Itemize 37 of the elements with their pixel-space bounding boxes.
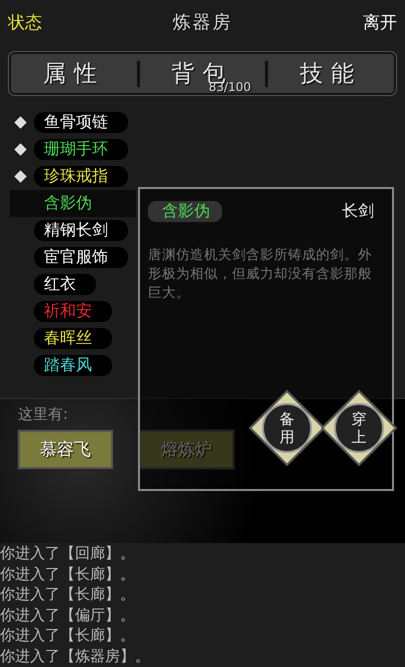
inventory-row[interactable]: 踏春风 xyxy=(10,352,136,379)
leave-button[interactable]: 离开 xyxy=(363,10,397,34)
tab[interactable]: 技能 xyxy=(268,54,394,93)
inventory-item[interactable]: 精钢长剑 xyxy=(34,220,128,241)
item-type: 长剑 xyxy=(342,201,374,222)
log-message: 你进入了【回廊】。 xyxy=(0,543,136,564)
inventory-row[interactable]: 红衣 xyxy=(10,271,136,298)
inventory-item[interactable]: 春晖丝 xyxy=(34,328,112,349)
inventory-row[interactable]: 鱼骨项链 xyxy=(10,109,136,136)
inventory-row[interactable]: 春晖丝 xyxy=(10,325,136,352)
item-description: 唐渊仿造机关剑含影所铸成的剑。外形极为相似，但威力却没有含影那般巨大。 xyxy=(147,246,373,303)
npc-button[interactable]: 慕容飞 xyxy=(18,430,113,469)
section-label: 这里有: xyxy=(18,405,68,424)
inventory-item[interactable]: 踏春风 xyxy=(34,355,112,376)
log-message: 你进入了【长廊】。 xyxy=(0,625,136,646)
log-message: 你进入了【炼器房】。 xyxy=(0,646,151,666)
inventory-item[interactable]: 珊瑚手环 xyxy=(34,139,128,160)
inventory-item[interactable]: 鱼骨项链 xyxy=(34,112,128,133)
inventory-row[interactable]: 宦官服饰 xyxy=(10,244,136,271)
screen-title: 炼器房 xyxy=(172,11,232,34)
inventory-item[interactable]: 珍珠戒指 xyxy=(34,166,128,187)
tab[interactable]: 背包 83/100 xyxy=(140,54,266,93)
inventory-item[interactable]: 祈和安 xyxy=(34,301,112,322)
inventory-item[interactable]: 含影伪 xyxy=(34,193,112,214)
selected-row[interactable]: 含影伪 xyxy=(10,190,136,217)
inventory-item[interactable]: 红衣 xyxy=(34,274,96,295)
log-message: 你进入了【偏厅】。 xyxy=(0,604,136,625)
log-message: 你进入了【长廊】。 xyxy=(0,564,136,584)
inventory-row[interactable]: 祈和安 xyxy=(10,298,136,325)
tab[interactable]: 属性 xyxy=(11,54,137,93)
inventory-item[interactable]: 宦官服饰 xyxy=(34,247,128,268)
status-button[interactable]: 状态 xyxy=(8,10,42,34)
inventory-row[interactable]: 珊瑚手环 xyxy=(10,136,136,163)
item-name: 含影伪 xyxy=(148,201,222,222)
log-message: 你进入了【长廊】。 xyxy=(0,584,136,604)
inventory-row[interactable]: 精钢长剑 xyxy=(10,217,136,244)
inventory-row[interactable]: 珍珠戒指 xyxy=(10,163,136,190)
